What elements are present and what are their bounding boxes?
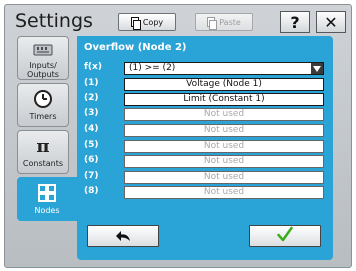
io-module-icon <box>33 41 53 59</box>
confirm-button[interactable] <box>249 225 321 247</box>
input-slot-2[interactable]: Limit (Constant 1) <box>124 93 324 106</box>
sidebar-item-inputs-outputs[interactable]: Inputs/ Outputs <box>17 36 69 80</box>
function-label: f(x) <box>84 62 102 72</box>
help-label: ? <box>290 12 300 32</box>
back-button[interactable] <box>87 225 159 247</box>
input-slot-7[interactable]: Not used <box>124 171 324 184</box>
grid-icon <box>38 182 56 204</box>
settings-screen: Settings Copy Paste ? ✕ Inputs/ Outputs <box>4 4 352 268</box>
input-label: (4) <box>84 124 99 134</box>
paste-label: Paste <box>219 17 241 27</box>
sidebar-item-label: Nodes <box>34 206 60 215</box>
input-label: (7) <box>84 171 99 181</box>
copy-button[interactable]: Copy <box>118 13 176 31</box>
input-label: (2) <box>84 93 99 103</box>
function-value: (1) >= (2) <box>129 63 176 73</box>
back-arrow-icon <box>115 227 131 246</box>
input-slot-8[interactable]: Not used <box>124 186 324 199</box>
dropdown-arrow-icon[interactable] <box>311 63 323 74</box>
close-icon: ✕ <box>324 12 338 32</box>
sidebar-item-constants[interactable]: π Constants <box>17 130 69 174</box>
pi-icon: π <box>36 135 50 157</box>
input-label: (3) <box>84 108 99 118</box>
checkmark-icon <box>277 226 293 246</box>
help-button[interactable]: ? <box>280 11 310 33</box>
input-label: (1) <box>84 78 99 88</box>
sidebar-item-label: Timers <box>29 112 57 121</box>
clock-icon <box>33 88 53 110</box>
function-select[interactable]: (1) >= (2) <box>124 62 324 75</box>
input-slot-3[interactable]: Not used <box>124 108 324 121</box>
sidebar-item-label: Inputs/ <box>29 61 57 70</box>
input-slot-4[interactable]: Not used <box>124 124 324 137</box>
sidebar-item-timers[interactable]: Timers <box>17 83 69 127</box>
panel-title: Overflow (Node 2) <box>84 42 187 53</box>
page-title: Settings <box>15 10 93 32</box>
input-label: (5) <box>84 140 99 150</box>
close-button[interactable]: ✕ <box>316 11 346 33</box>
sidebar-item-nodes[interactable]: Nodes <box>17 177 77 221</box>
sidebar-item-label: Constants <box>22 159 64 168</box>
paste-button[interactable]: Paste <box>195 13 253 31</box>
sidebar-item-label: Outputs <box>27 70 59 79</box>
input-slot-1[interactable]: Voltage (Node 1) <box>124 78 324 91</box>
input-label: (6) <box>84 155 99 165</box>
copy-label: Copy <box>142 17 164 27</box>
input-label: (8) <box>84 186 99 196</box>
input-slot-5[interactable]: Not used <box>124 140 324 153</box>
paste-icon <box>207 16 218 30</box>
copy-icon <box>130 16 141 30</box>
input-slot-6[interactable]: Not used <box>124 155 324 168</box>
node-editor-panel: Overflow (Node 2) f(x) (1) >= (2) (1) Vo… <box>77 36 333 260</box>
